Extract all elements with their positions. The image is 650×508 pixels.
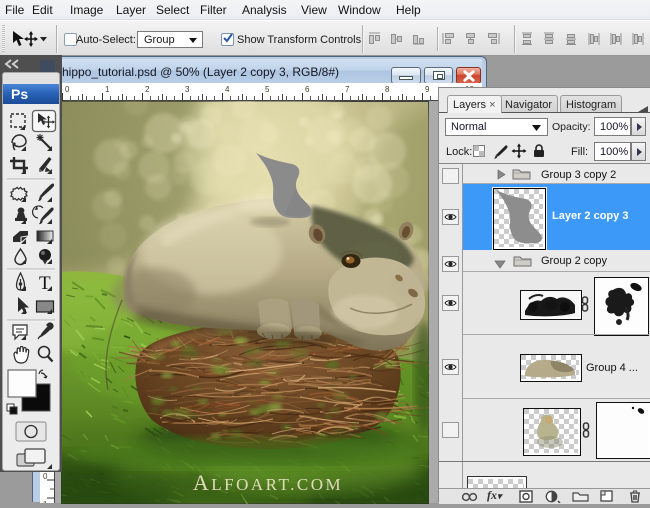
svg-text:5: 5: [265, 85, 270, 94]
svg-text:8: 8: [385, 85, 390, 94]
svg-text:6: 6: [305, 85, 310, 94]
svg-text:4: 4: [225, 85, 230, 94]
svg-text:1: 1: [105, 85, 110, 94]
svg-text:0: 0: [65, 85, 70, 94]
svg-text:7: 7: [345, 85, 350, 94]
svg-text:3: 3: [185, 85, 190, 94]
svg-text:9: 9: [425, 85, 430, 94]
svg-text:2: 2: [145, 85, 150, 94]
svg-text:Ps: Ps: [11, 86, 28, 102]
